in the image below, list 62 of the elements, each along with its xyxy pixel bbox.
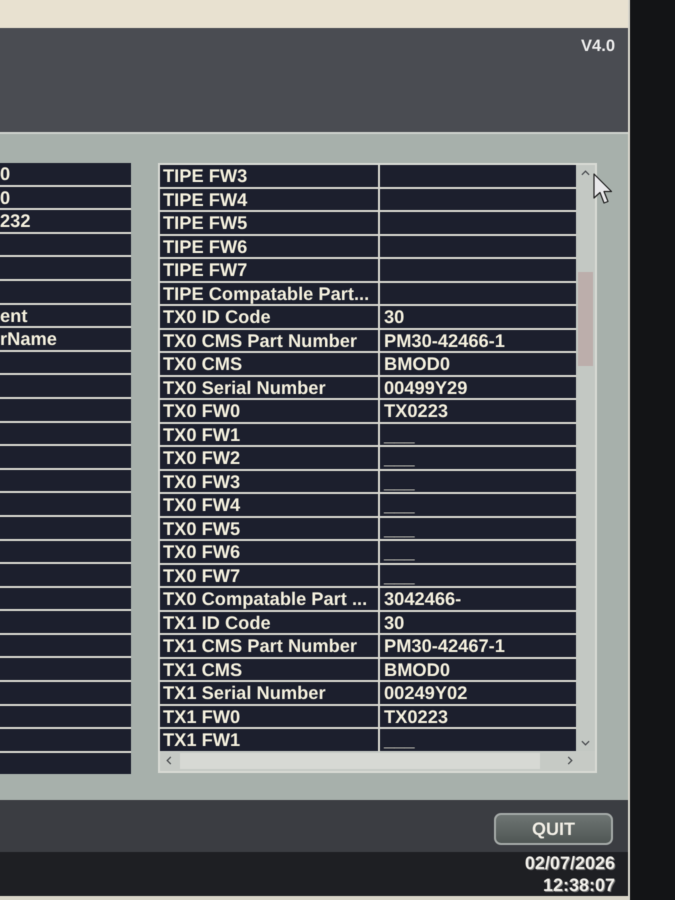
table-cell: TX0 FW0 xyxy=(160,400,378,422)
table-cell: TIPE FW6 xyxy=(160,236,378,257)
table-cell: TX0 FW1 xyxy=(160,424,378,445)
caret-left-icon[interactable] xyxy=(166,756,172,765)
table-cell: BMOD0 xyxy=(380,658,576,680)
scrollbar-thumb[interactable] xyxy=(180,752,540,768)
table-cell: TX0 Serial Number xyxy=(160,376,378,398)
table-cell: ___ xyxy=(380,518,576,539)
table-cell: TIPE FW5 xyxy=(160,212,378,234)
caret-up-icon[interactable] xyxy=(581,170,590,176)
table-cell: TX1 ID Code xyxy=(160,612,378,633)
table-cell: TX0 FW4 xyxy=(160,494,378,516)
table-cell: TX0 FW2 xyxy=(160,447,378,468)
table-cell: TX0 FW5 xyxy=(160,518,378,539)
table-cell: TX1 FW1 xyxy=(160,729,378,750)
table-cell: TX1 CMS Part Number xyxy=(160,635,378,656)
table-cell: PM30-42467-1 xyxy=(380,635,576,656)
table-cell: TX0 CMS Part Number xyxy=(160,330,378,351)
table-cell: TX1 CMS xyxy=(160,658,378,680)
table-cell: ent xyxy=(0,304,131,326)
table-cell: ___ xyxy=(380,424,576,445)
table-cell: ___ xyxy=(380,470,576,492)
table-cell: ___ xyxy=(380,564,576,586)
table-cell: ___ xyxy=(380,494,576,516)
table-cell: 232 xyxy=(0,210,131,232)
table-cell: 0 xyxy=(0,186,131,208)
table-cell: TX0 CMS xyxy=(160,353,378,374)
version-label: V4.0 xyxy=(581,37,615,55)
quit-button[interactable]: QUIT xyxy=(494,813,613,845)
table-cell: ___ xyxy=(380,541,576,562)
table-cell: ___ xyxy=(380,729,576,750)
table-cell: TX0223 xyxy=(380,706,576,727)
table-cell: 30 xyxy=(380,612,576,633)
date-label: 02/07/2026 xyxy=(524,852,615,874)
table-cell: 30 xyxy=(380,306,576,328)
table-cell: 0 xyxy=(0,163,131,185)
table-cell: TX0 FW6 xyxy=(160,541,378,562)
table-cell: 3042466- xyxy=(380,588,576,610)
caret-down-icon[interactable] xyxy=(581,740,590,746)
table-cell: BMOD0 xyxy=(380,353,576,374)
table-cell: TIPE FW7 xyxy=(160,259,378,280)
horizontal-scrollbar[interactable] xyxy=(160,750,595,770)
table-cell: rName xyxy=(0,328,131,350)
table-cell: ___ xyxy=(380,447,576,468)
table-cell: TIPE Compatable Part... xyxy=(160,282,378,304)
table-cell: TX0 Compatable Part ... xyxy=(160,588,378,610)
table-cell: TX1 Serial Number xyxy=(160,682,378,704)
table-cell: TX0 ID Code xyxy=(160,306,378,328)
table-cell: 00499Y29 xyxy=(380,376,576,398)
caret-right-icon[interactable] xyxy=(567,756,573,765)
time-label: 12:38:07 xyxy=(542,874,615,896)
table-cell: TX0 FW3 xyxy=(160,470,378,492)
vertical-scrollbar[interactable] xyxy=(576,165,595,750)
scrollbar-thumb[interactable] xyxy=(578,272,593,366)
mouse-pointer-icon xyxy=(593,172,613,206)
table-cell: TX1 FW0 xyxy=(160,706,378,727)
table-cell: TX0223 xyxy=(380,400,576,422)
table-cell: TX0 FW7 xyxy=(160,564,378,586)
table-cell: TIPE FW4 xyxy=(160,188,378,210)
table-cell: PM30-42466-1 xyxy=(380,330,576,351)
table-cell: TIPE FW3 xyxy=(160,165,378,186)
table-cell: 00249Y02 xyxy=(380,682,576,704)
